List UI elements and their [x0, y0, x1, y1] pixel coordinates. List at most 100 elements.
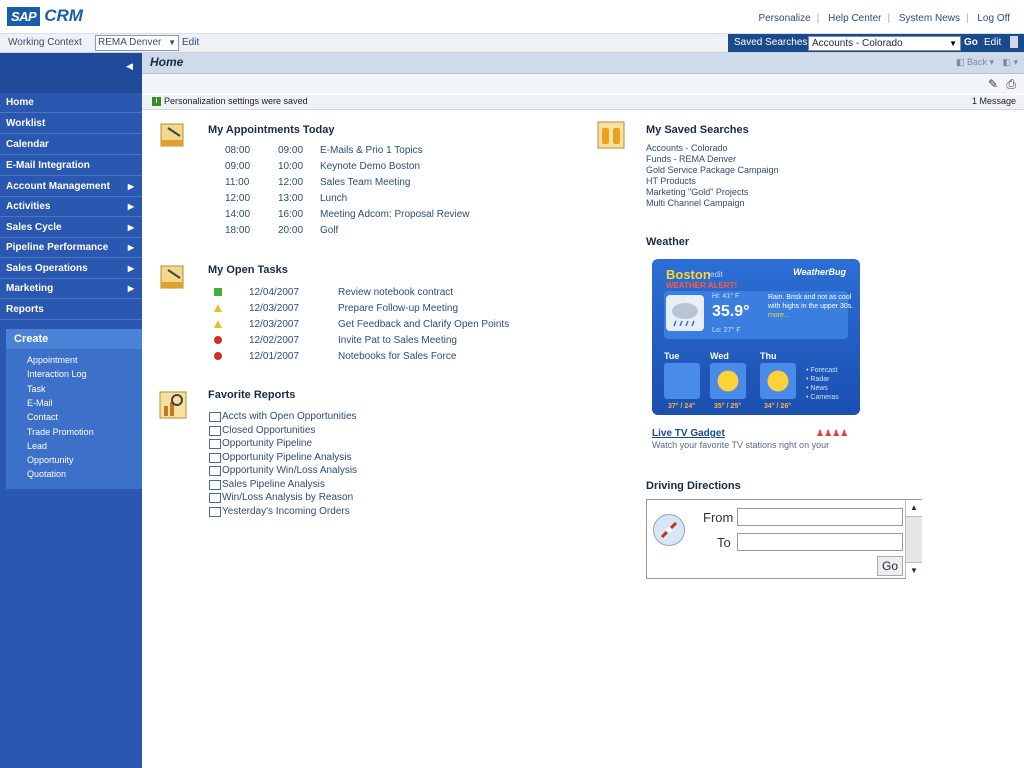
sidebar-item-reports[interactable]: Reports: [0, 300, 142, 320]
trash-icon[interactable]: [1010, 36, 1018, 48]
sidebar-item-label: Calendar: [6, 139, 49, 150]
report-link[interactable]: Opportunity Win/Loss Analysis: [222, 465, 357, 476]
saved-searches-title: My Saved Searches: [646, 124, 749, 136]
forecast-day: Thu: [760, 351, 777, 361]
sidebar-item-sales-operations[interactable]: Sales Operations ▶: [0, 259, 142, 279]
message-count[interactable]: 1 Message: [972, 96, 1016, 106]
weather-link[interactable]: • Radar: [806, 376, 829, 383]
sidebar-item-e-mail-integration[interactable]: E-Mail Integration: [0, 156, 142, 176]
create-item-task[interactable]: Task: [27, 384, 46, 394]
report-link[interactable]: Yesterday's Incoming Orders: [222, 506, 350, 517]
report-link[interactable]: Accts with Open Opportunities: [222, 411, 357, 422]
forecast-day: Tue: [664, 351, 680, 361]
appointment-start: 12:00: [225, 193, 251, 204]
create-item-trade-promotion[interactable]: Trade Promotion: [27, 427, 94, 437]
chevron-right-icon: ▶: [127, 284, 134, 293]
sidebar-item-label: Reports: [6, 304, 44, 315]
appointment-start: 14:00: [225, 209, 251, 220]
sidebar-item-calendar[interactable]: Calendar: [0, 135, 142, 155]
sidebar-item-pipeline-performance[interactable]: Pipeline Performance ▶: [0, 238, 142, 258]
report-chart-icon: [159, 391, 187, 419]
weather-link[interactable]: • Forecast: [806, 367, 838, 374]
driving-directions-title: Driving Directions: [646, 480, 741, 492]
report-link[interactable]: Sales Pipeline Analysis: [222, 479, 325, 490]
scroll-up-icon[interactable]: ▲: [906, 500, 922, 517]
weather-link[interactable]: • News: [806, 385, 828, 392]
appointment-link[interactable]: Golf: [320, 225, 338, 236]
report-link[interactable]: Win/Loss Analysis by Reason: [222, 492, 353, 503]
forecast-temps: 37° / 24°: [668, 403, 696, 410]
sidebar-item-home[interactable]: Home: [0, 93, 142, 113]
appointment-link[interactable]: Keynote Demo Boston: [320, 161, 420, 172]
weather-widget[interactable]: Boston edit WEATHER ALERT! WeatherBug Hi…: [652, 259, 860, 415]
personalize-link[interactable]: Personalize: [758, 13, 810, 24]
report-icon: [209, 466, 221, 476]
collapse-sidebar-icon[interactable]: ◀: [126, 61, 133, 72]
saved-search-link[interactable]: Marketing "Gold" Projects: [646, 187, 748, 197]
forecast-day: Wed: [710, 351, 729, 361]
sidebar-item-account-management[interactable]: Account Management ▶: [0, 177, 142, 197]
report-link[interactable]: Closed Opportunities: [222, 425, 315, 436]
logo-sap: SAP: [7, 6, 41, 26]
task-date: 12/02/2007: [249, 335, 300, 346]
sidebar-item-sales-cycle[interactable]: Sales Cycle ▶: [0, 218, 142, 238]
saved-searches-edit-link[interactable]: Edit: [984, 37, 1001, 48]
weather-edit-link[interactable]: edit: [710, 270, 723, 279]
create-item-contact[interactable]: Contact: [27, 412, 58, 422]
sidebar-item-activities[interactable]: Activities ▶: [0, 197, 142, 217]
create-item-lead[interactable]: Lead: [27, 441, 47, 451]
create-section-title: Create: [6, 329, 142, 349]
to-field[interactable]: [737, 533, 903, 551]
report-link[interactable]: Opportunity Pipeline Analysis: [222, 452, 352, 463]
task-link[interactable]: Get Feedback and Clarify Open Points: [338, 319, 509, 330]
log-off-link[interactable]: Log Off: [977, 13, 1010, 24]
weather-city: Boston: [666, 267, 711, 282]
appointment-link[interactable]: E-Mails & Prio 1 Topics: [320, 145, 423, 156]
task-link[interactable]: Invite Pat to Sales Meeting: [338, 335, 457, 346]
saved-searches-go-button[interactable]: Go: [964, 37, 978, 48]
report-link[interactable]: Opportunity Pipeline: [222, 438, 312, 449]
chevron-right-icon: ▶: [127, 264, 134, 273]
reports-title: Favorite Reports: [208, 389, 296, 401]
saved-search-link[interactable]: HT Products: [646, 176, 696, 186]
create-item-appointment[interactable]: Appointment: [27, 355, 78, 365]
weather-alert[interactable]: WEATHER ALERT!: [666, 281, 737, 290]
help-center-link[interactable]: Help Center: [828, 13, 881, 24]
saved-search-link[interactable]: Funds - REMA Denver: [646, 154, 736, 164]
notepad-icon: [160, 123, 184, 147]
task-link[interactable]: Notebooks for Sales Force: [338, 351, 456, 362]
task-link[interactable]: Prepare Follow-up Meeting: [338, 303, 458, 314]
saved-search-link[interactable]: Multi Channel Campaign: [646, 198, 745, 208]
directions-go-button[interactable]: Go: [877, 556, 903, 576]
sidebar-item-worklist[interactable]: Worklist: [0, 114, 142, 134]
print-icon[interactable]: ⎙: [1006, 77, 1016, 92]
context-edit-link[interactable]: Edit: [182, 37, 199, 48]
system-news-link[interactable]: System News: [899, 13, 960, 24]
pencil-icon[interactable]: ✎: [988, 77, 998, 91]
create-item-opportunity[interactable]: Opportunity: [27, 455, 74, 465]
from-field[interactable]: [737, 508, 903, 526]
weather-more-link[interactable]: more...: [768, 312, 790, 319]
sidebar-item-marketing[interactable]: Marketing ▶: [0, 279, 142, 299]
saved-search-link[interactable]: Gold Service Package Campaign: [646, 165, 779, 175]
saved-search-link[interactable]: Accounts - Colorado: [646, 143, 728, 153]
create-item-quotation[interactable]: Quotation: [27, 469, 66, 479]
back-button[interactable]: ◧ Back ▾: [956, 57, 994, 68]
create-item-e-mail[interactable]: E-Mail: [27, 398, 53, 408]
appointment-link[interactable]: Lunch: [320, 193, 347, 204]
live-tv-gadget-link[interactable]: Live TV Gadget: [652, 428, 725, 439]
appointment-link[interactable]: Meeting Adcom: Proposal Review: [320, 209, 470, 220]
sidebar-item-label: Sales Operations: [6, 263, 88, 274]
history-button[interactable]: ◧ ▾: [1002, 57, 1018, 68]
appointment-link[interactable]: Sales Team Meeting: [320, 177, 410, 188]
appointment-end: 16:00: [278, 209, 304, 220]
saved-searches-select[interactable]: Accounts - Colorado ▼: [808, 36, 961, 51]
working-context-select[interactable]: REMA Denver ▼: [95, 35, 179, 51]
task-link[interactable]: Review notebook contract: [338, 287, 453, 298]
appointment-end: 20:00: [278, 225, 304, 236]
weather-link[interactable]: • Cameras: [806, 394, 839, 401]
sidebar-item-label: Home: [6, 97, 34, 108]
scroll-down-icon[interactable]: ▼: [906, 562, 922, 579]
create-item-interaction-log[interactable]: Interaction Log: [27, 369, 87, 379]
directions-scrollbar[interactable]: ▲ ▼: [905, 500, 922, 579]
